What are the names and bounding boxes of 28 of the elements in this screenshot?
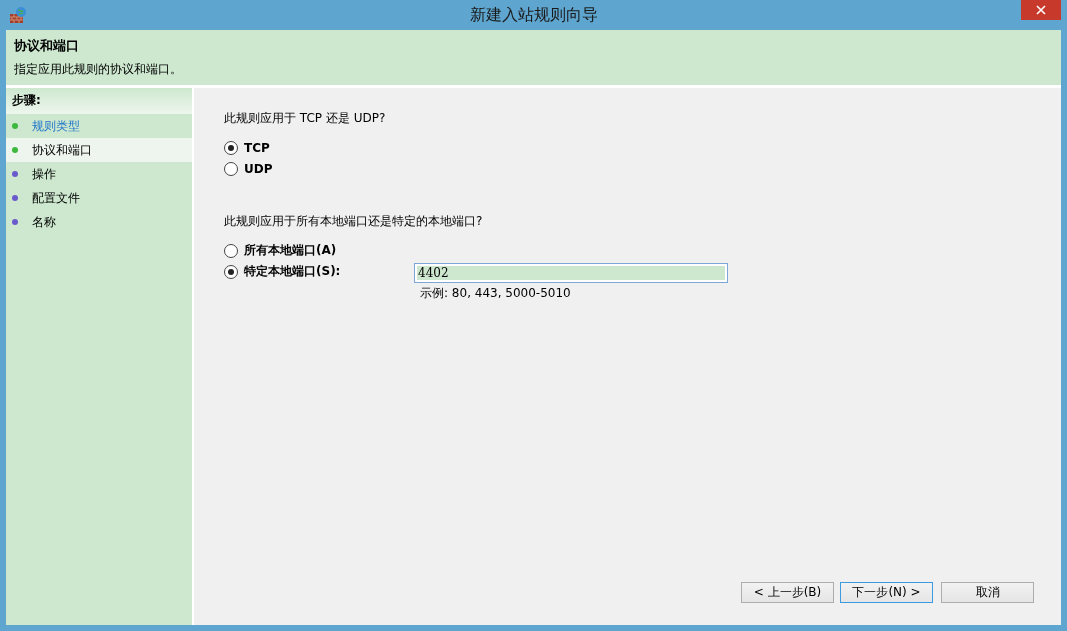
protocol-question: 此规则应用于 TCP 还是 UDP?: [224, 110, 387, 127]
protocol-radio[interactable]: TCP: [224, 139, 1031, 156]
example-hint: 示例: 80, 443, 5000-5010: [420, 285, 572, 302]
window-title: 新建入站规则向导: [469, 4, 598, 26]
step-item[interactable]: 规则类型: [6, 114, 192, 138]
port-input-field[interactable]: 4402: [414, 263, 728, 283]
step-label: 名称: [32, 213, 56, 231]
step-link: 规则类型: [32, 117, 80, 135]
step-item[interactable]: 操作: [6, 162, 192, 186]
close-icon: [1036, 5, 1046, 15]
firewall-icon: [9, 6, 27, 24]
step-item[interactable]: 配置文件: [6, 186, 192, 210]
port-radio[interactable]: 所有本地端口(A): [224, 242, 414, 259]
wizard-button[interactable]: 取消: [941, 582, 1034, 603]
steps-title: 步骤:: [6, 88, 192, 114]
step-label: 配置文件: [32, 189, 80, 207]
wizard-button[interactable]: 下一步(N) >: [840, 582, 933, 603]
page-title: 协议和端口: [14, 37, 80, 55]
close-button[interactable]: [1021, 0, 1061, 20]
protocol-radio[interactable]: UDP: [224, 160, 1031, 177]
page-subtitle: 指定应用此规则的协议和端口。: [14, 61, 183, 78]
wizard-button[interactable]: < 上一步(B): [741, 582, 834, 603]
port-radio[interactable]: 特定本地端口(S):: [224, 263, 414, 280]
ports-question: 此规则应用于所有本地端口还是特定的本地端口?: [224, 213, 484, 230]
step-item[interactable]: 协议和端口: [6, 138, 192, 162]
step-label: 操作: [32, 165, 56, 183]
step-item[interactable]: 名称: [6, 210, 192, 234]
step-label: 协议和端口: [32, 141, 92, 159]
